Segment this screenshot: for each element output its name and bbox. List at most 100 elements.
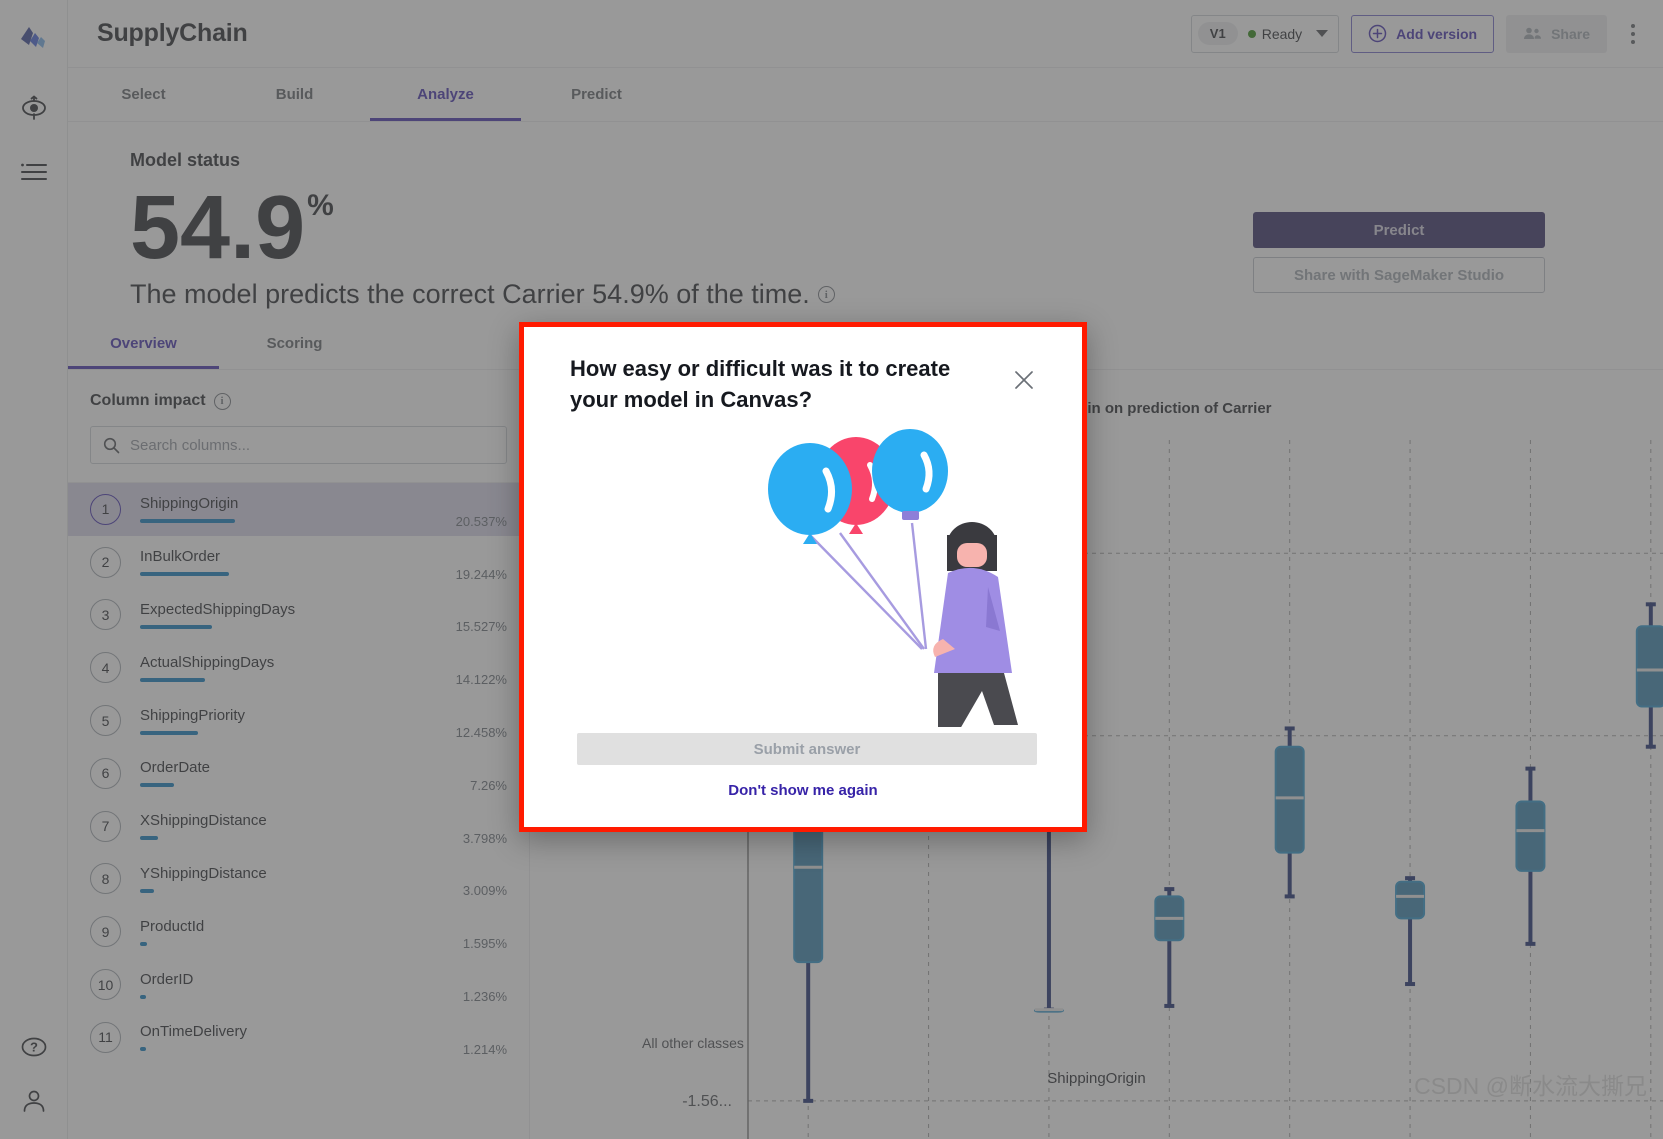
info-icon[interactable]: i — [817, 286, 835, 303]
impact-percent: 14.122% — [455, 672, 507, 688]
impact-bar — [140, 783, 174, 788]
more-options-icon[interactable] — [1619, 16, 1647, 52]
balloons-illustration — [768, 429, 1018, 727]
share-label: Share — [1551, 25, 1590, 42]
share-with-sagemaker-studio-button[interactable]: Share with SageMaker Studio — [1253, 257, 1545, 293]
rank-badge: 9 — [90, 916, 121, 948]
model-status-label: Model status — [130, 150, 241, 170]
boxplot-item — [1274, 726, 1305, 899]
impact-percent: 3.798% — [462, 830, 507, 846]
dont-show-again-link[interactable]: Don't show me again — [524, 782, 1082, 799]
column-impact-title-row: Column impact i — [90, 392, 507, 410]
column-info: InBulkOrder — [140, 548, 507, 577]
table-row[interactable]: 6 OrderDate 7.26% — [68, 747, 529, 800]
people-icon — [1524, 27, 1542, 39]
all-other-classes-label: All other classes — [642, 1035, 744, 1051]
tab-build[interactable]: Build — [219, 68, 370, 121]
table-row[interactable]: 5 ShippingPriority 12.458% — [68, 694, 529, 747]
impact-bar — [140, 624, 212, 629]
table-row[interactable]: 8 YShippingDistance 3.009% — [68, 853, 529, 906]
column-info: ExpectedShippingDays — [140, 601, 507, 629]
table-row[interactable]: 4 ActualShippingDays 14.122% — [68, 641, 529, 694]
model-status-sentence: The model predicts the correct Carrier 5… — [130, 279, 835, 310]
impact-percent: 12.458% — [455, 724, 507, 740]
table-row[interactable]: 2 InBulkOrder 19.244% — [68, 536, 529, 589]
status-text: Ready — [1261, 25, 1303, 42]
accuracy-number: 54.9 — [130, 178, 306, 278]
column-impact-list: 1 ShippingOrigin 20.537% 2 InBulkOrder 19.244… — [68, 482, 529, 1064]
tab-scoring[interactable]: Scoring — [219, 318, 370, 369]
rank-badge: 8 — [90, 863, 121, 895]
model-status-sentence-text: The model predicts the correct Carrier 5… — [130, 279, 810, 309]
share-button[interactable]: Share — [1506, 14, 1607, 53]
impact-bar — [140, 677, 205, 682]
tab-predict[interactable]: Predict — [521, 68, 672, 121]
search-icon — [103, 437, 120, 453]
rank-badge: 1 — [90, 493, 121, 525]
column-impact-info-icon[interactable]: i — [213, 392, 231, 410]
plus-circle-icon — [1368, 24, 1387, 43]
impact-bar — [140, 941, 147, 946]
canvas-compass-icon[interactable] — [14, 88, 54, 128]
column-info: ActualShippingDays — [140, 654, 507, 682]
column-name: InBulkOrder — [140, 548, 221, 566]
column-impact-header: Column impact i — [68, 370, 529, 464]
rank-badge: 7 — [90, 810, 121, 842]
accuracy-value: 54.9% — [130, 183, 835, 273]
rank-badge: 2 — [90, 546, 121, 578]
percent-symbol: % — [307, 189, 334, 222]
column-name: ShippingPriority — [140, 706, 246, 724]
account-icon[interactable] — [14, 1081, 54, 1121]
column-info: ProductId — [140, 918, 507, 946]
search-input[interactable] — [130, 436, 494, 454]
table-row[interactable]: 3 ExpectedShippingDays 15.527% — [68, 589, 529, 642]
version-selector[interactable]: V1 Ready — [1190, 14, 1340, 53]
table-row[interactable]: 7 XShippingDistance 3.798% — [68, 800, 529, 853]
column-impact-panel: Column impact i 1 ShippingOrigin 20.537% 2 I… — [68, 370, 530, 1139]
help-icon[interactable]: ? — [14, 1027, 54, 1067]
impact-percent: 1.595% — [462, 936, 507, 952]
close-icon[interactable] — [1011, 367, 1037, 393]
table-row[interactable]: 11 OnTimeDelivery 1.214% — [68, 1011, 529, 1064]
rank-badge: 3 — [90, 599, 121, 631]
column-info: XShippingDistance — [140, 812, 507, 841]
impact-percent: 19.244% — [455, 566, 507, 582]
primary-tabs: Select Build Analyze Predict — [68, 68, 1663, 122]
feedback-survey-modal: How easy or difficult was it to create y… — [519, 322, 1087, 832]
column-info: OnTimeDelivery — [140, 1023, 507, 1052]
page-title: SupplyChain — [97, 19, 248, 47]
impact-percent: 1.236% — [462, 988, 507, 1004]
column-name: ShippingOrigin — [140, 495, 239, 513]
column-name: ProductId — [140, 917, 205, 935]
left-rail: ? — [0, 0, 68, 1139]
impact-bar — [140, 1047, 146, 1052]
impact-bar — [140, 836, 158, 841]
model-status-block: Model status 54.9% The model predicts th… — [130, 150, 835, 310]
impact-bar — [140, 888, 154, 893]
table-row[interactable]: 10 OrderID 1.236% — [68, 958, 529, 1011]
column-name: ExpectedShippingDays — [140, 600, 296, 618]
tab-overview[interactable]: Overview — [68, 318, 219, 369]
add-version-button[interactable]: Add version — [1351, 14, 1495, 53]
impact-percent: 1.214% — [462, 1041, 507, 1057]
table-row[interactable]: 9 ProductId 1.595% — [68, 905, 529, 958]
add-version-label: Add version — [1396, 25, 1478, 42]
sagemaker-logo-icon[interactable] — [14, 18, 54, 58]
submit-answer-button[interactable]: Submit answer — [577, 733, 1037, 765]
predict-button[interactable]: Predict — [1253, 212, 1545, 248]
list-models-icon[interactable] — [14, 152, 54, 192]
column-info: OrderID — [140, 971, 507, 999]
column-name: XShippingDistance — [140, 812, 267, 830]
table-row[interactable]: 1 ShippingOrigin 20.537% — [68, 483, 529, 536]
tab-select[interactable]: Select — [68, 68, 219, 121]
chevron-down-icon — [1316, 30, 1329, 37]
app-root: ? SupplyChain V1 Ready Add version Share… — [0, 0, 1663, 1139]
tab-analyze[interactable]: Analyze — [370, 68, 521, 121]
boxplot-item — [1515, 766, 1546, 946]
svg-text:-1.56...: -1.56... — [682, 1093, 732, 1110]
column-name: YShippingDistance — [140, 864, 267, 882]
impact-percent: 15.527% — [455, 619, 507, 635]
column-name: OrderDate — [140, 759, 211, 777]
app-header: SupplyChain V1 Ready Add version Share — [68, 0, 1663, 68]
modal-title: How easy or difficult was it to create y… — [570, 356, 951, 413]
